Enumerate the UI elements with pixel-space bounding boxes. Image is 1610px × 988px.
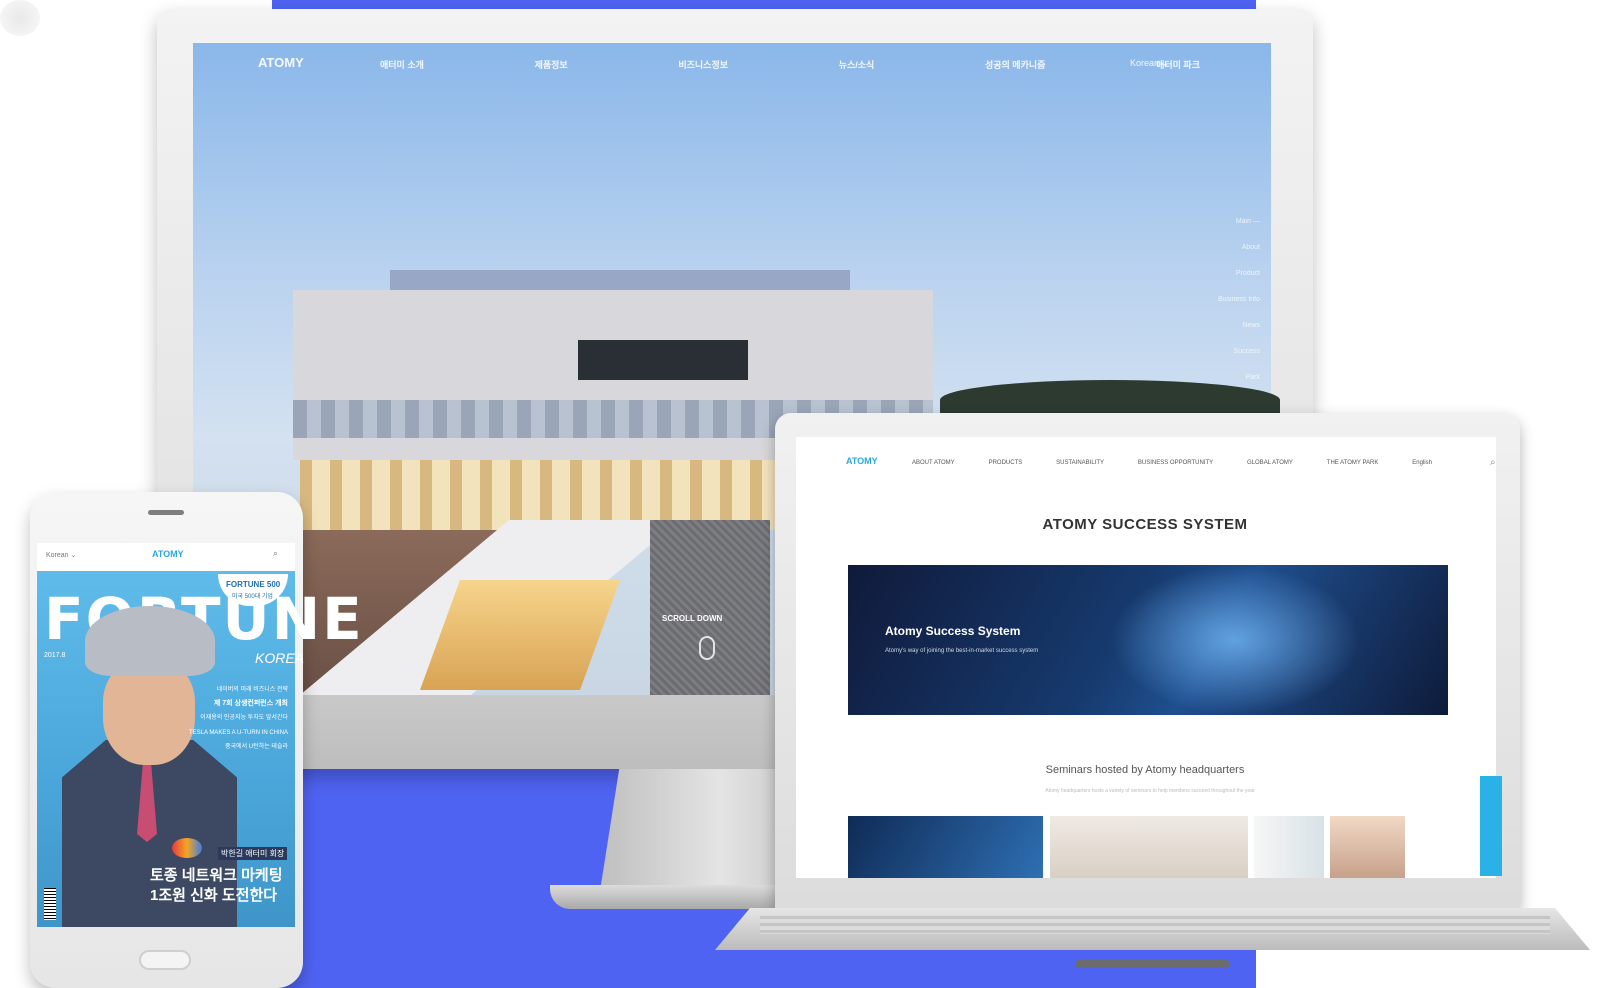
site-logo[interactable]: ATOMY xyxy=(258,55,304,70)
banner-title: Atomy Success System xyxy=(885,624,1021,638)
seminar-thumbnail[interactable] xyxy=(1330,816,1405,878)
scroll-down-label[interactable]: SCROLL DOWN xyxy=(662,614,722,623)
cover-badge-title: FORTUNE 500 xyxy=(226,580,281,589)
barcode xyxy=(44,888,56,920)
seminar-description: Atomy headquarters hosts a variety of se… xyxy=(1045,788,1255,794)
laptop-site-logo[interactable]: ATOMY xyxy=(846,456,878,466)
site-nav-item[interactable]: 애터미 소개 xyxy=(380,58,424,74)
seminar-thumbnail[interactable] xyxy=(1050,816,1248,878)
cover-name-tag: 박한길 애터미 회장 xyxy=(218,847,288,860)
search-icon[interactable]: ⌕ xyxy=(273,548,278,559)
side-nav-item[interactable]: Main — xyxy=(1190,218,1260,244)
side-section-nav: Main — About Product Business Info News … xyxy=(1190,218,1260,400)
side-nav-item[interactable]: Business Info xyxy=(1190,296,1260,322)
cover-teaser: 이재용의 인공지능 투자도 앞서간다 xyxy=(200,715,288,721)
atomy-logo-mark xyxy=(172,838,202,858)
side-nav-item[interactable]: About xyxy=(1190,244,1260,270)
site-nav-item[interactable]: 제품정보 xyxy=(535,58,568,74)
laptop-nav-item[interactable]: PRODUCTS xyxy=(989,460,1023,466)
cover-person-hat xyxy=(85,606,215,676)
cover-teaser: 제 7회 상생컨퍼런스 개최 xyxy=(213,700,288,707)
phone-speaker xyxy=(148,510,184,515)
laptop-keyboard xyxy=(760,916,1550,934)
cover-teaser: TESLA MAKES A U-TURN IN CHINA xyxy=(188,730,288,736)
site-nav: 애터미 소개 제품정보 비즈니스정보 뉴스/소식 성공의 메카니즘 애터미 파크 xyxy=(380,58,1200,74)
banner-subtitle: Atomy's way of joining the best-in-marke… xyxy=(885,648,1039,654)
side-nav-item[interactable]: Park xyxy=(1190,374,1260,400)
decorative-circle xyxy=(0,0,40,36)
cover-edition: KOREA xyxy=(255,650,305,666)
side-nav-item[interactable]: News xyxy=(1190,322,1260,348)
phone-site-logo[interactable]: ATOMY xyxy=(152,549,184,559)
laptop-site-nav: ABOUT ATOMY PRODUCTS SUSTAINABILITY BUSI… xyxy=(912,460,1432,466)
gravel-path xyxy=(650,520,770,695)
phone-language-menu[interactable]: Korean ⌄ xyxy=(46,551,76,559)
laptop-nav-item[interactable]: ABOUT ATOMY xyxy=(912,460,955,466)
laptop-nav-item[interactable]: SUSTAINABILITY xyxy=(1056,460,1104,466)
laptop-nav-item[interactable]: GLOBAL ATOMY xyxy=(1247,460,1293,466)
seminar-heading: Seminars hosted by Atomy headquarters xyxy=(1045,764,1245,776)
site-nav-item[interactable]: 비즈니스정보 xyxy=(678,58,728,74)
laptop-hinge-notch xyxy=(1075,960,1230,968)
building-roof xyxy=(390,270,850,292)
page-title: ATOMY SUCCESS SYSTEM xyxy=(1042,516,1248,533)
cover-teaser: 중국에서 U턴하는 테슬라 xyxy=(225,744,288,750)
seminar-thumbnail[interactable] xyxy=(848,816,1043,878)
seminar-thumbnail[interactable] xyxy=(1254,816,1324,878)
cover-teaser: 네이버의 미래 비즈니스 전략 xyxy=(216,687,288,693)
cover-date: 2017.8 xyxy=(44,652,66,659)
side-nav-item[interactable]: Product xyxy=(1190,270,1260,296)
laptop-nav-item[interactable]: THE ATOMY PARK xyxy=(1327,460,1379,466)
cover-headline: 토종 네트워크 마케팅 xyxy=(150,867,283,884)
site-nav-item[interactable]: 성공의 메카니즘 xyxy=(985,58,1045,74)
banner-dancer-image xyxy=(1110,565,1360,715)
mouse-scroll-icon[interactable] xyxy=(699,636,715,660)
site-nav-item[interactable]: 뉴스/소식 xyxy=(839,58,875,74)
cover-headline: 1조원 신화 도전한다 xyxy=(150,887,278,904)
side-nav-item[interactable]: Success xyxy=(1190,348,1260,374)
laptop-lang[interactable]: English xyxy=(1412,460,1432,466)
side-quick-tab[interactable] xyxy=(1480,776,1502,876)
phone-home-button[interactable] xyxy=(139,950,191,970)
cover-badge-subtitle: 미국 500대 기업 xyxy=(232,594,273,600)
search-icon[interactable]: ⌕ xyxy=(1490,457,1496,468)
language-selector[interactable]: Korean ⌄ xyxy=(1130,58,1169,69)
laptop-nav-item[interactable]: BUSINESS OPPORTUNITY xyxy=(1138,460,1213,466)
building-window-dark xyxy=(578,340,748,380)
